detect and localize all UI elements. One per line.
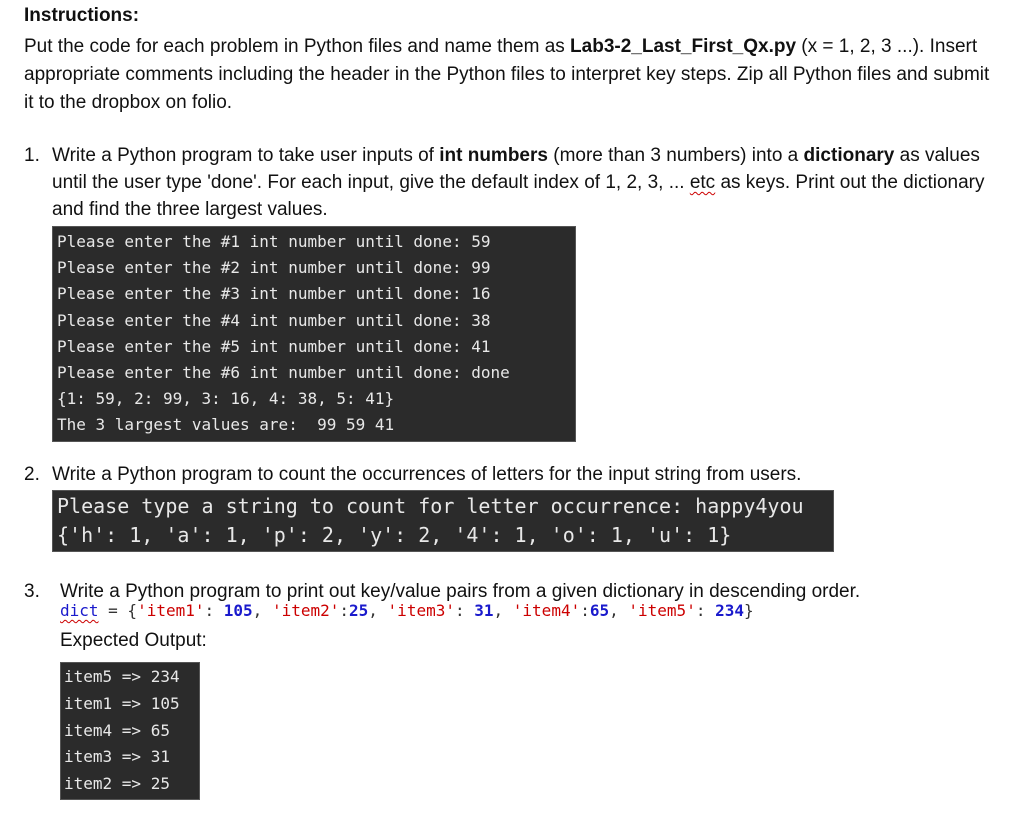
q1-console-output: Please enter the #1 int number until don… — [52, 226, 576, 442]
q1-text-1: Write a Python program to take user inpu… — [52, 145, 440, 166]
console-line: item5 => 234 — [64, 667, 180, 686]
code-key: 'item4' — [512, 601, 581, 620]
code-punct: , — [609, 601, 629, 620]
question-2-text: Write a Python program to count the occu… — [52, 464, 802, 485]
instructions-paragraph: Put the code for each problem in Python … — [24, 33, 999, 117]
question-1: 1. Write a Python program to take user i… — [24, 142, 999, 222]
code-punct: : — [204, 601, 224, 620]
q1-bold-int-numbers: int numbers — [439, 145, 548, 166]
code-punct: , — [252, 601, 272, 620]
code-punct: } — [744, 601, 754, 620]
console-line: {'h': 1, 'a': 1, 'p': 2, 'y': 2, '4': 1,… — [57, 523, 732, 547]
code-value: 105 — [223, 601, 253, 620]
question-2-number: 2. — [24, 464, 40, 485]
question-1-text: Write a Python program to take user inpu… — [52, 142, 992, 223]
code-punct: , — [368, 601, 388, 620]
console-line: item4 => 65 — [64, 720, 170, 740]
console-line: Please enter the #4 int number until don… — [57, 310, 491, 330]
code-punct: : — [580, 601, 590, 620]
q1-text-2: (more than 3 numbers) into a — [547, 145, 804, 166]
console-line: Please enter the #6 int number until don… — [57, 363, 510, 383]
filename: Lab3-2_Last_First_Qx.py — [570, 36, 797, 57]
q2-console-output: Please type a string to count for letter… — [52, 490, 834, 552]
q3-dict-code: dict = {'item1': 105, 'item2':25, 'item3… — [60, 601, 754, 620]
expected-output-label: Expected Output: — [60, 630, 207, 651]
console-line: Please type a string to count for letter… — [57, 494, 804, 518]
console-line: item1 => 105 — [64, 693, 180, 713]
q3-console-output: item5 => 234 item1 => 105 item4 => 65 it… — [60, 662, 200, 800]
question-2: 2. Write a Python program to count the o… — [24, 461, 999, 489]
code-value: 234 — [715, 601, 744, 620]
code-key: 'item1' — [137, 601, 205, 620]
console-line: item2 => 25 — [64, 774, 170, 794]
code-value: 31 — [474, 601, 494, 620]
console-line: Please enter the #2 int number until don… — [57, 258, 491, 278]
code-var: dict — [60, 601, 99, 620]
q1-etc-spellcheck: etc — [689, 172, 716, 193]
code-key: 'item5' — [628, 601, 696, 620]
console-line: Please enter the #1 int number until don… — [57, 232, 491, 251]
question-3-number: 3. — [24, 581, 40, 602]
code-punct: : — [339, 601, 350, 620]
code-punct: = { — [98, 601, 138, 620]
code-value: 65 — [589, 601, 610, 620]
code-punct: : — [695, 601, 716, 620]
instructions-heading: Instructions: — [24, 5, 140, 26]
console-line: {1: 59, 2: 99, 3: 16, 4: 38, 5: 41} — [57, 389, 395, 409]
code-key: 'item2' — [271, 601, 340, 620]
question-1-number: 1. — [24, 145, 40, 166]
q1-bold-dictionary: dictionary — [803, 145, 895, 166]
code-value: 25 — [349, 601, 369, 620]
console-line: The 3 largest values are: 99 59 41 — [57, 415, 395, 435]
console-line: Please enter the #3 int number until don… — [57, 284, 491, 304]
para-text-1: Put the code for each problem in Python … — [24, 36, 571, 57]
code-punct: : — [454, 601, 475, 620]
console-line: item3 => 31 — [64, 747, 170, 767]
code-key: 'item3' — [387, 601, 455, 620]
console-line: Please enter the #5 int number until don… — [57, 336, 491, 356]
code-punct: , — [493, 601, 513, 620]
